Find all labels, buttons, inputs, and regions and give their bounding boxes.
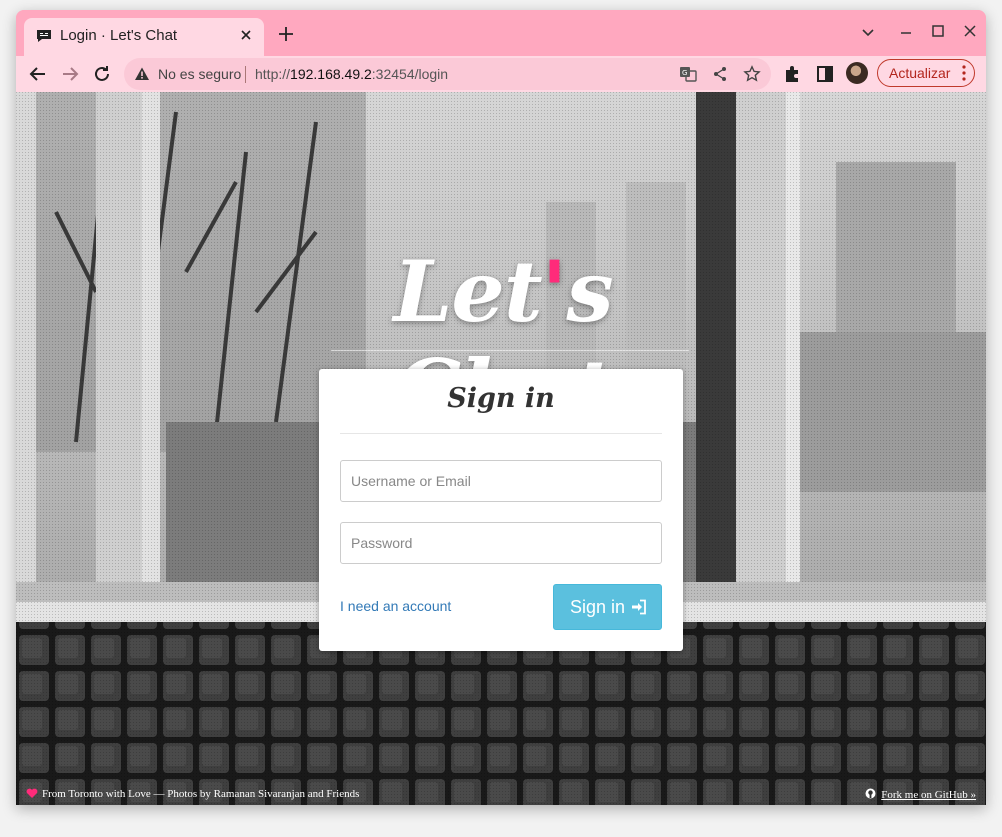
signin-heading: Sign in	[447, 383, 555, 414]
extensions-icon[interactable]	[781, 62, 805, 86]
url-path: :32454/login	[371, 66, 449, 82]
signin-button[interactable]: Sign in	[553, 584, 662, 630]
browser-tab[interactable]: Login · Let's Chat	[24, 18, 264, 56]
signin-card: Sign in I need an account Sign in	[319, 369, 683, 651]
maximize-icon[interactable]	[928, 22, 948, 42]
page-footer: From Toronto with Love — Photos by Raman…	[16, 785, 986, 805]
signin-divider	[340, 433, 662, 434]
page-viewport: Let's Chat Sign in I need an account Sig…	[16, 92, 986, 805]
tab-search-chevron-icon[interactable]	[858, 22, 878, 42]
need-account-link[interactable]: I need an account	[340, 598, 451, 614]
lets-chat-favicon	[37, 30, 51, 42]
update-button[interactable]: Actualizar	[877, 59, 975, 87]
tab-strip: Login · Let's Chat	[16, 10, 986, 56]
logo-apostrophe: '	[541, 242, 568, 341]
heart-icon	[26, 788, 38, 798]
logo-text-start: Let	[393, 242, 542, 341]
security-status-label[interactable]: No es seguro	[158, 66, 241, 82]
update-button-label: Actualizar	[889, 65, 951, 81]
url-text[interactable]: http://192.168.49.2:32454/login	[255, 66, 448, 82]
menu-dots-icon	[962, 65, 966, 81]
browser-window: Login · Let's Chat No es seguro http://1…	[16, 10, 986, 805]
tab-title: Login · Let's Chat	[60, 27, 178, 44]
signin-button-label: Sign in	[570, 597, 626, 617]
logo-underline	[331, 350, 689, 351]
minimize-icon[interactable]	[896, 22, 916, 42]
translate-icon[interactable]: G	[679, 65, 697, 83]
bookmark-star-icon[interactable]	[743, 65, 761, 83]
svg-text:G: G	[682, 69, 687, 77]
side-panel-icon[interactable]	[813, 62, 837, 86]
close-window-icon[interactable]	[960, 22, 980, 42]
password-input[interactable]	[340, 522, 662, 564]
github-link-text: Fork me on GitHub »	[881, 789, 976, 801]
close-tab-icon[interactable]	[237, 26, 255, 44]
reload-icon[interactable]	[90, 62, 114, 86]
github-icon	[865, 788, 876, 799]
forward-icon[interactable]	[58, 62, 82, 86]
github-fork-link[interactable]: Fork me on GitHub »	[865, 788, 976, 801]
footer-credits: From Toronto with Love — Photos by Raman…	[26, 788, 359, 800]
sign-in-arrow-icon	[632, 599, 646, 615]
new-tab-icon[interactable]	[276, 24, 296, 44]
url-scheme: http://	[255, 66, 291, 82]
address-bar[interactable]: No es seguro http://192.168.49.2:32454/l…	[124, 58, 771, 90]
omnibox-separator	[245, 66, 246, 83]
back-icon[interactable]	[26, 62, 50, 86]
profile-avatar[interactable]	[846, 62, 868, 84]
username-email-input[interactable]	[340, 460, 662, 502]
browser-toolbar: No es seguro http://192.168.49.2:32454/l…	[16, 56, 986, 92]
share-icon[interactable]	[711, 65, 729, 83]
footer-credits-text: From Toronto with Love — Photos by Raman…	[42, 788, 360, 800]
warning-triangle-icon[interactable]	[134, 66, 150, 82]
url-host: 192.168.49.2	[290, 66, 372, 82]
